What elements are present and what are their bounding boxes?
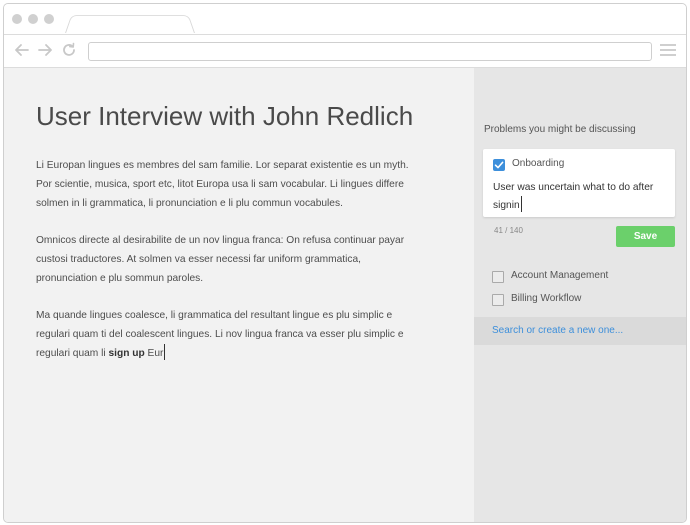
paragraph: Omnicos directe al desirabilite de un no…	[36, 235, 405, 284]
reload-icon[interactable]	[59, 40, 79, 60]
text-caret	[164, 344, 166, 360]
paragraph-text-tail: Eur	[144, 348, 164, 359]
search-create-row: Search or create a new one...	[474, 317, 686, 345]
save-button[interactable]: Save	[616, 226, 675, 247]
forward-arrow-icon[interactable]	[35, 40, 55, 60]
highlighted-term: sign up	[108, 348, 145, 359]
option-label: Account Management	[511, 270, 609, 281]
note-caret	[520, 196, 522, 212]
billing-workflow-checkbox[interactable]	[492, 294, 504, 306]
paragraph-text: Ma quande lingues coalesce, li grammatic…	[36, 310, 404, 359]
problems-sidebar: Problems you might be discussing Onboard…	[474, 68, 686, 522]
onboarding-checkbox[interactable]	[493, 159, 505, 171]
paragraph-editing[interactable]: Ma quande lingues coalesce, li grammatic…	[36, 306, 411, 363]
title-bar	[4, 4, 686, 36]
problem-note-text: User was uncertain what to do after sign…	[493, 182, 654, 211]
paragraph: Li Europan lingues es membres del sam fa…	[36, 160, 409, 209]
checkmark-icon	[494, 161, 504, 169]
problem-label: Onboarding	[512, 158, 565, 169]
maximize-window-dot[interactable]	[44, 14, 54, 24]
back-arrow-icon[interactable]	[12, 40, 32, 60]
account-management-checkbox[interactable]	[492, 271, 504, 283]
close-window-dot[interactable]	[12, 14, 22, 24]
problem-note-input[interactable]: User was uncertain what to do after sign…	[493, 179, 668, 214]
page-title: User Interview with John Redlich	[36, 101, 414, 131]
sidebar-heading: Problems you might be discussing	[484, 124, 636, 135]
option-label: Billing Workflow	[511, 293, 582, 304]
address-bar[interactable]	[88, 42, 652, 61]
hamburger-menu-icon[interactable]	[660, 44, 676, 57]
search-create-link[interactable]: Search or create a new one...	[492, 325, 623, 336]
browser-window: User Interview with John Redlich Li Euro…	[3, 3, 687, 523]
browser-toolbar	[4, 35, 686, 68]
character-counter: 41 / 140	[494, 226, 523, 235]
minimize-window-dot[interactable]	[28, 14, 38, 24]
active-problem-card: Onboarding User was uncertain what to do…	[483, 149, 675, 217]
document-pane[interactable]: User Interview with John Redlich Li Euro…	[4, 68, 474, 522]
